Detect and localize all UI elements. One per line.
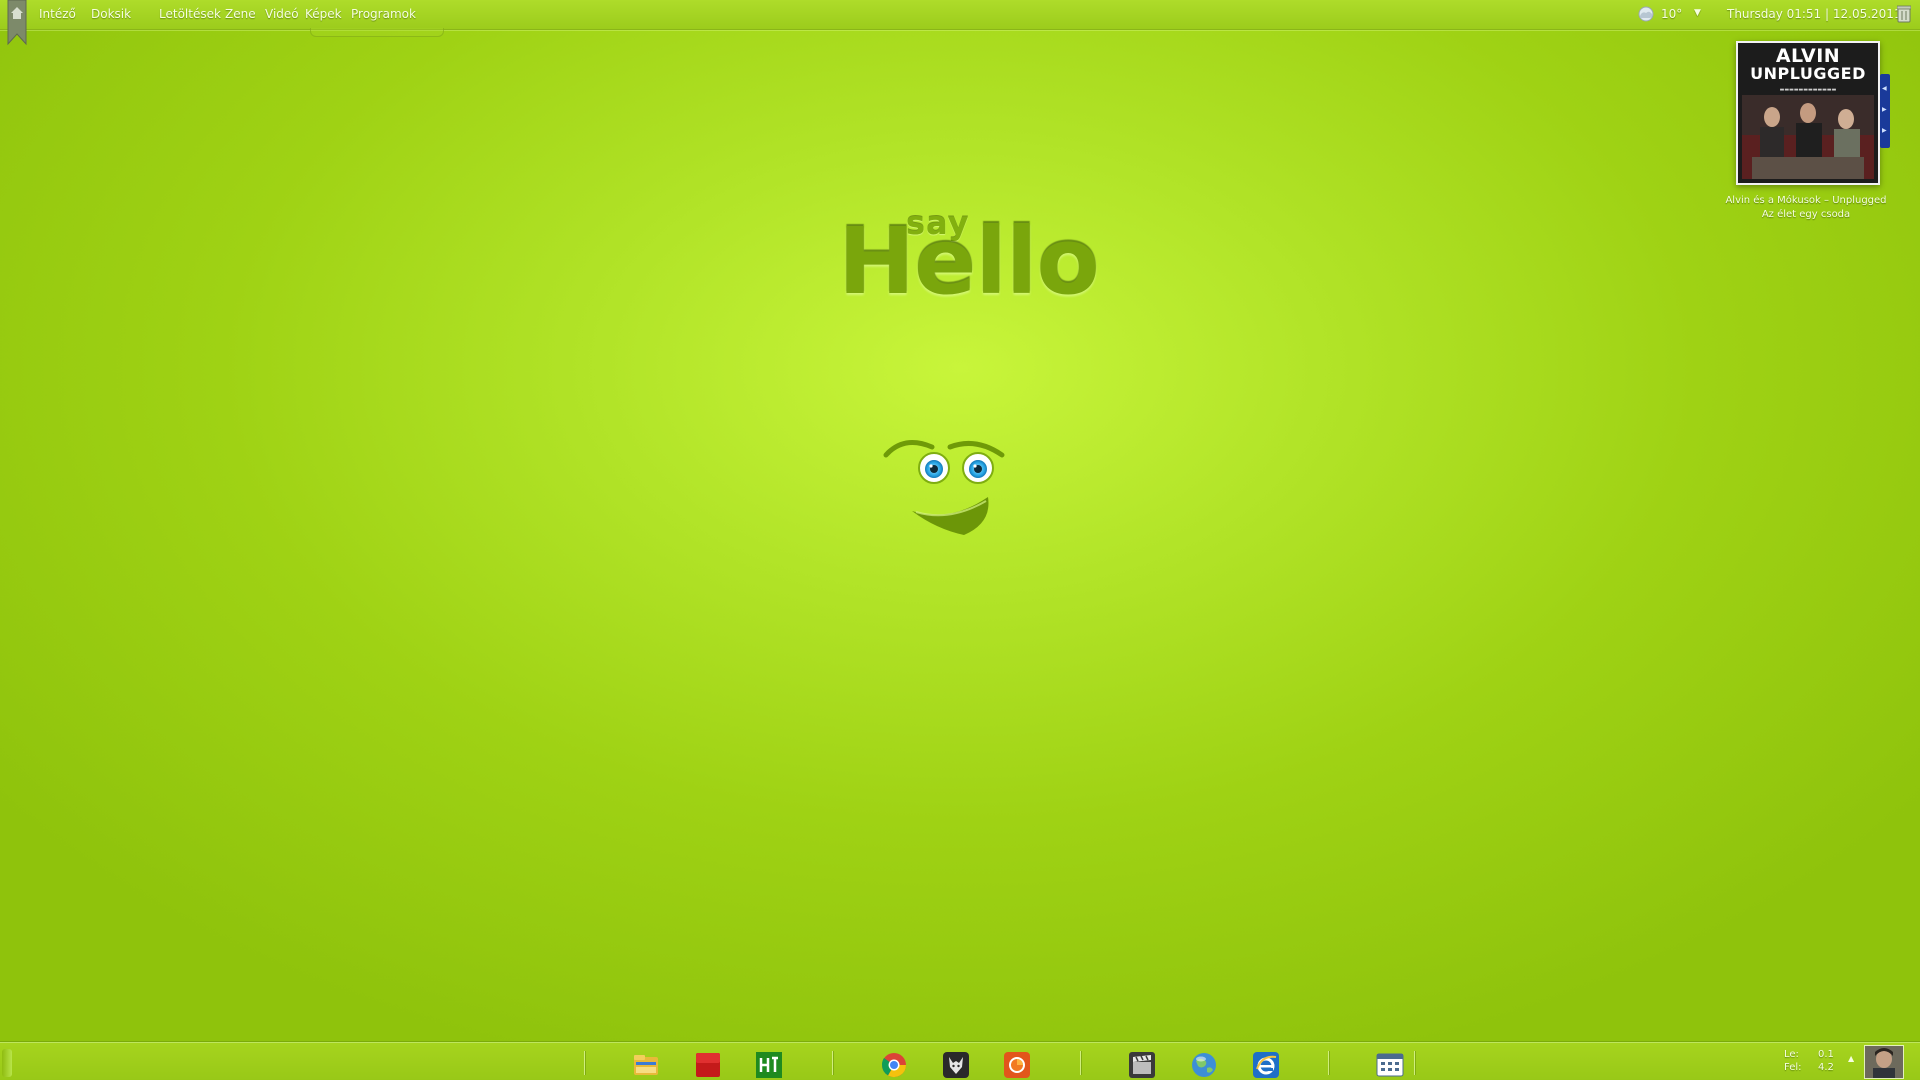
taskbar-separator — [1328, 1051, 1329, 1075]
taskbar-separator — [832, 1051, 833, 1075]
next-track-icon[interactable]: ▶ — [1882, 128, 1888, 134]
previous-track-icon[interactable]: ◀ — [1882, 86, 1888, 92]
green-app-icon[interactable] — [755, 1051, 783, 1079]
firefox-icon[interactable] — [1003, 1051, 1031, 1079]
now-playing-title: Alvin és a Mókusok – Unplugged — [1725, 195, 1887, 206]
top-menu-bar: Intéző Doksik Letöltések Zene Videó Képe… — [0, 0, 1920, 46]
calendar-grid-icon[interactable] — [1376, 1051, 1404, 1079]
globe-icon[interactable] — [1190, 1051, 1218, 1079]
wallpaper-hello-text: Hello — [838, 208, 1100, 315]
taskbar-separator — [1414, 1051, 1415, 1075]
network-upload-label: Fel: — [1784, 1062, 1802, 1073]
menu-item-intezo[interactable]: Intéző — [39, 7, 76, 21]
player-controls-strip: ◀ ▶ ▶ — [1880, 74, 1890, 148]
menu-item-zene[interactable]: Zene — [225, 7, 256, 21]
play-icon[interactable]: ▶ — [1882, 107, 1888, 113]
start-button[interactable] — [2, 1049, 12, 1077]
file-manager-icon[interactable] — [632, 1051, 660, 1079]
bookmark-home-icon[interactable] — [6, 0, 28, 46]
trash-icon[interactable] — [1897, 5, 1911, 23]
wolf-app-icon[interactable] — [942, 1051, 970, 1079]
menu-item-programok[interactable]: Programok — [351, 7, 416, 21]
taskbar-separator — [1080, 1051, 1081, 1075]
menu-item-letoltesek[interactable]: Letöltések — [159, 7, 221, 21]
network-download-label: Le: — [1784, 1049, 1799, 1060]
chevron-down-icon[interactable]: ▼ — [1694, 8, 1701, 18]
clock-date: Thursday 01:51 | 12.05.2011 — [1727, 7, 1902, 21]
album-cover-title: ALVIN UNPLUGGED — [1750, 45, 1866, 83]
menu-item-video[interactable]: Videó — [265, 7, 299, 21]
album-cover-photo — [1742, 95, 1874, 179]
album-cover-subtitle-line: ▬▬▬▬▬▬▬▬▬▬▬▬ — [1779, 87, 1837, 93]
weather-temperature: 10° — [1661, 7, 1683, 21]
tray-expand-icon[interactable]: ▲ — [1848, 1054, 1854, 1063]
network-upload-value: 4.2 — [1818, 1062, 1834, 1073]
smiley-face-graphic — [883, 440, 1005, 535]
album-cover[interactable]: ALVIN UNPLUGGED ▬▬▬▬▬▬▬▬▬▬▬▬ — [1736, 41, 1880, 185]
weather-cloud-icon — [1638, 6, 1654, 22]
taskbar-separator — [584, 1051, 585, 1075]
network-download-value: 0.1 — [1818, 1049, 1834, 1060]
internet-explorer-icon[interactable] — [1252, 1051, 1280, 1079]
video-clapper-icon[interactable] — [1128, 1051, 1156, 1079]
menu-dropdown-tab — [310, 28, 444, 37]
chrome-icon[interactable] — [880, 1051, 908, 1079]
menu-item-doksik[interactable]: Doksik — [91, 7, 131, 21]
red-app-icon[interactable] — [694, 1051, 722, 1079]
taskbar: Le: 0.1 Fel: 4.2 — [0, 1042, 1920, 1080]
user-avatar[interactable] — [1864, 1045, 1904, 1079]
now-playing-track: Az élet egy csoda — [1761, 209, 1851, 220]
menu-item-kepek[interactable]: Képek — [305, 7, 342, 21]
